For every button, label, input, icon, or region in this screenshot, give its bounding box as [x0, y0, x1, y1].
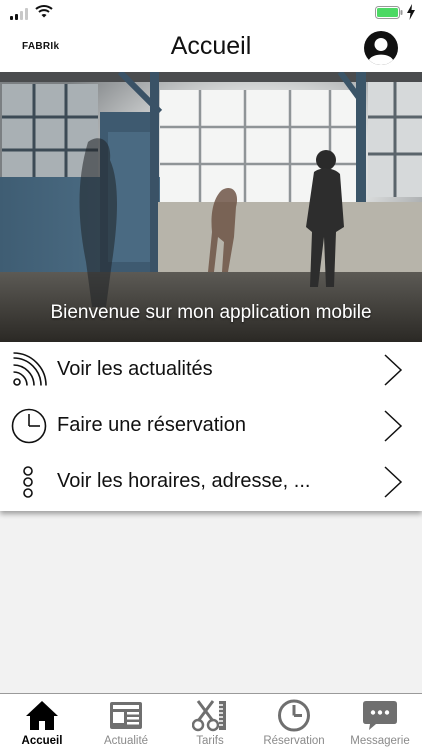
clock-icon	[278, 699, 310, 732]
scissors-icon	[192, 700, 226, 732]
menu-item-label: Voir les actualités	[57, 358, 213, 380]
tab-label: Actualité	[103, 735, 149, 747]
menu-item-reservation[interactable]: Faire une réservation	[0, 398, 422, 454]
hero-banner: Bienvenue sur mon application mobile	[0, 72, 422, 342]
tab-label: Réservation	[263, 735, 325, 747]
home-icon	[26, 701, 58, 730]
tab-actualite[interactable]: Actualité	[84, 694, 168, 750]
page-title: Accueil	[170, 32, 252, 60]
menu-item-label: Faire une réservation	[57, 414, 246, 436]
more-vertical-icon	[23, 466, 33, 498]
tab-label: Accueil	[21, 735, 63, 747]
profile-icon[interactable]	[364, 31, 398, 65]
tab-tarifs[interactable]: Tarifs	[168, 694, 252, 750]
status-bar	[0, 0, 422, 26]
menu-item-info[interactable]: Voir les horaires, adresse, ...	[0, 454, 422, 510]
tab-reservation[interactable]: Réservation	[252, 694, 336, 750]
home-menu: Voir les actualités Faire une réservatio…	[0, 342, 422, 511]
tab-label: Tarifs	[196, 735, 224, 747]
battery-icon	[375, 6, 403, 19]
hero-caption: Bienvenue sur mon application mobile	[50, 302, 372, 323]
clock-icon	[11, 408, 47, 444]
wifi-icon	[35, 5, 53, 18]
newspaper-icon	[110, 702, 142, 729]
chevron-right-icon	[384, 354, 403, 386]
tab-accueil[interactable]: Accueil	[0, 694, 84, 750]
tab-label: Messagerie	[350, 735, 410, 747]
chevron-right-icon	[384, 410, 403, 442]
tab-messagerie[interactable]: Messagerie	[338, 694, 422, 750]
menu-item-label: Voir les horaires, adresse, ...	[57, 470, 311, 492]
chat-icon	[363, 701, 397, 730]
bottom-tab-bar: Accueil Actualité Tarifs Réservation Mes…	[0, 693, 422, 750]
cellular-signal-icon	[10, 8, 30, 20]
menu-item-news[interactable]: Voir les actualités	[0, 342, 422, 398]
app-header: FABRIk Accueil	[0, 26, 422, 72]
charging-bolt-icon	[407, 4, 415, 20]
rss-icon	[13, 352, 47, 386]
chevron-right-icon	[384, 466, 403, 498]
